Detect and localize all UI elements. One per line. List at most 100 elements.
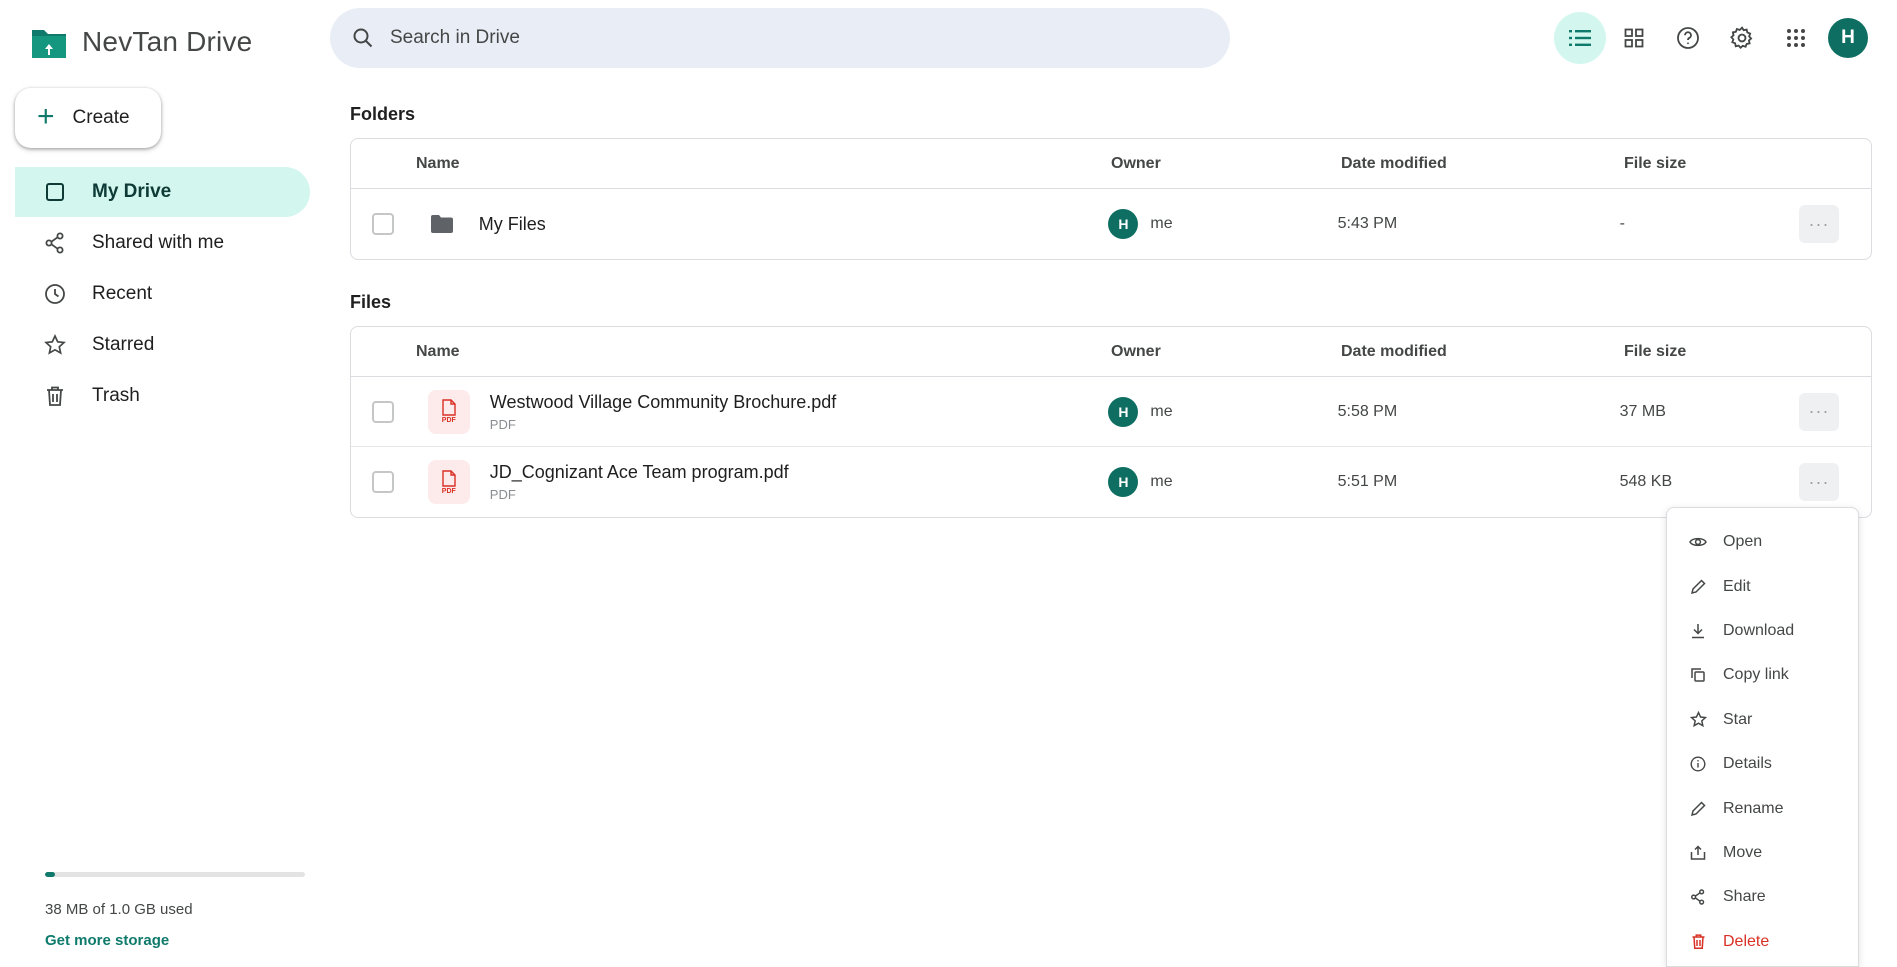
eye-icon <box>1689 533 1707 551</box>
table-row[interactable]: PDF JD_Cognizant Ace Team program.pdf PD… <box>351 447 1871 517</box>
pdf-badge-label: PDF <box>441 487 456 495</box>
menu-item-label: Share <box>1723 888 1766 906</box>
sidebar-item-trash[interactable]: Trash <box>15 371 310 421</box>
sidebar-item-starred[interactable]: Starred <box>15 320 310 370</box>
context-menu: Open Edit Download Copy link Star Detail… <box>1666 507 1859 967</box>
menu-item-rename[interactable]: Rename <box>1667 786 1858 830</box>
app-logo[interactable]: NevTan Drive <box>30 24 252 60</box>
more-options-button[interactable]: ··· <box>1799 463 1839 501</box>
create-button-label: Create <box>72 107 130 128</box>
menu-item-copy-link[interactable]: Copy link <box>1667 653 1858 697</box>
menu-item-share[interactable]: Share <box>1667 875 1858 919</box>
file-size: 37 MB <box>1619 402 1666 420</box>
column-header-name[interactable]: Name <box>416 155 1111 173</box>
sidebar-item-label: Trash <box>92 385 140 406</box>
help-icon <box>1677 27 1699 49</box>
more-options-button[interactable]: ··· <box>1799 392 1839 431</box>
menu-item-download[interactable]: Download <box>1667 609 1858 653</box>
star-icon <box>1689 711 1707 729</box>
column-header-owner[interactable]: Owner <box>1111 343 1341 361</box>
download-icon <box>1689 622 1707 640</box>
owner-avatar: H <box>1108 209 1139 239</box>
column-header-size[interactable]: File size <box>1624 155 1804 173</box>
plus-icon: + <box>37 99 55 133</box>
copy-icon <box>1689 666 1707 684</box>
pdf-file-icon: PDF <box>427 460 470 504</box>
sidebar-item-label: Starred <box>92 334 155 355</box>
storage-bar-fill <box>45 872 55 877</box>
clock-icon <box>44 283 66 305</box>
list-view-icon <box>1569 30 1591 46</box>
pdf-file-icon: PDF <box>427 389 470 434</box>
apps-grid-icon <box>1787 29 1805 47</box>
row-checkbox[interactable] <box>372 471 395 493</box>
settings-button[interactable] <box>1716 12 1768 64</box>
menu-item-label: Details <box>1723 755 1772 773</box>
trash-icon <box>44 385 66 407</box>
owner-avatar: H <box>1108 467 1139 497</box>
grid-view-button[interactable] <box>1608 12 1660 64</box>
move-icon <box>1689 844 1707 862</box>
column-header-size[interactable]: File size <box>1624 343 1804 361</box>
column-header-date[interactable]: Date modified <box>1341 155 1624 173</box>
create-button[interactable]: + Create <box>15 88 161 148</box>
search-bar[interactable] <box>330 8 1230 68</box>
file-size: 548 KB <box>1619 473 1673 490</box>
star-icon <box>44 334 66 356</box>
column-header-date[interactable]: Date modified <box>1341 343 1624 361</box>
menu-item-label: Delete <box>1723 932 1770 950</box>
menu-item-label: Star <box>1723 710 1753 728</box>
column-header-owner[interactable]: Owner <box>1111 155 1341 173</box>
more-options-button[interactable]: ··· <box>1799 205 1839 243</box>
menu-item-move[interactable]: Move <box>1667 831 1858 875</box>
sidebar-item-recent[interactable]: Recent <box>15 269 310 319</box>
folders-heading: Folders <box>350 104 416 124</box>
sidebar-item-shared[interactable]: Shared with me <box>15 218 310 268</box>
files-table: Name Owner Date modified File size PDF W… <box>350 326 1872 518</box>
menu-item-details[interactable]: Details <box>1667 742 1858 786</box>
apps-button[interactable] <box>1770 12 1822 64</box>
row-checkbox[interactable] <box>372 213 395 235</box>
folder-name: My Files <box>478 213 546 234</box>
info-icon <box>1689 755 1707 773</box>
my-drive-icon <box>44 181 66 203</box>
sidebar-item-my-drive[interactable]: My Drive <box>15 167 310 217</box>
search-input[interactable] <box>390 27 1170 49</box>
file-type: PDF <box>489 416 516 432</box>
pencil-icon <box>1689 800 1707 818</box>
column-header-name[interactable]: Name <box>416 343 1111 361</box>
storage-used-text: 38 MB of 1.0 GB used <box>45 901 193 918</box>
drive-logo-icon <box>32 30 66 58</box>
share-icon <box>1689 888 1707 906</box>
account-avatar[interactable]: H <box>1828 18 1868 58</box>
gear-icon <box>1730 26 1753 50</box>
file-name: Westwood Village Community Brochure.pdf <box>489 391 837 412</box>
get-more-storage-link[interactable]: Get more storage <box>45 932 305 949</box>
owner-name: me <box>1150 473 1173 490</box>
list-view-button[interactable] <box>1554 12 1606 64</box>
menu-item-delete[interactable]: Delete <box>1667 920 1858 964</box>
sidebar-item-label: My Drive <box>92 181 172 202</box>
app-title: NevTan Drive <box>82 26 253 57</box>
table-row[interactable]: PDF Westwood Village Community Brochure.… <box>351 377 1871 447</box>
menu-item-open[interactable]: Open <box>1667 520 1858 564</box>
pencil-icon <box>1689 578 1707 596</box>
top-toolbar: H <box>1554 12 1868 64</box>
date-modified: 5:58 PM <box>1337 402 1398 420</box>
pdf-badge-label: PDF <box>441 417 456 424</box>
menu-item-label: Open <box>1723 533 1763 551</box>
help-button[interactable] <box>1662 12 1714 64</box>
menu-item-star[interactable]: Star <box>1667 698 1858 742</box>
folders-table: Name Owner Date modified File size My Fi… <box>350 138 1872 260</box>
sidebar-item-label: Shared with me <box>92 232 225 253</box>
menu-item-label: Rename <box>1723 799 1784 817</box>
sidebar-nav: My Drive Shared with me Recent Starred T… <box>15 167 310 422</box>
date-modified: 5:43 PM <box>1337 215 1398 232</box>
menu-item-edit[interactable]: Edit <box>1667 564 1858 608</box>
table-row[interactable]: My Files H me 5:43 PM - ··· <box>351 189 1871 259</box>
file-name: JD_Cognizant Ace Team program.pdf <box>489 462 789 482</box>
trash-icon <box>1689 933 1707 951</box>
owner-name: me <box>1150 215 1173 232</box>
file-size: - <box>1619 215 1625 232</box>
row-checkbox[interactable] <box>372 400 395 423</box>
